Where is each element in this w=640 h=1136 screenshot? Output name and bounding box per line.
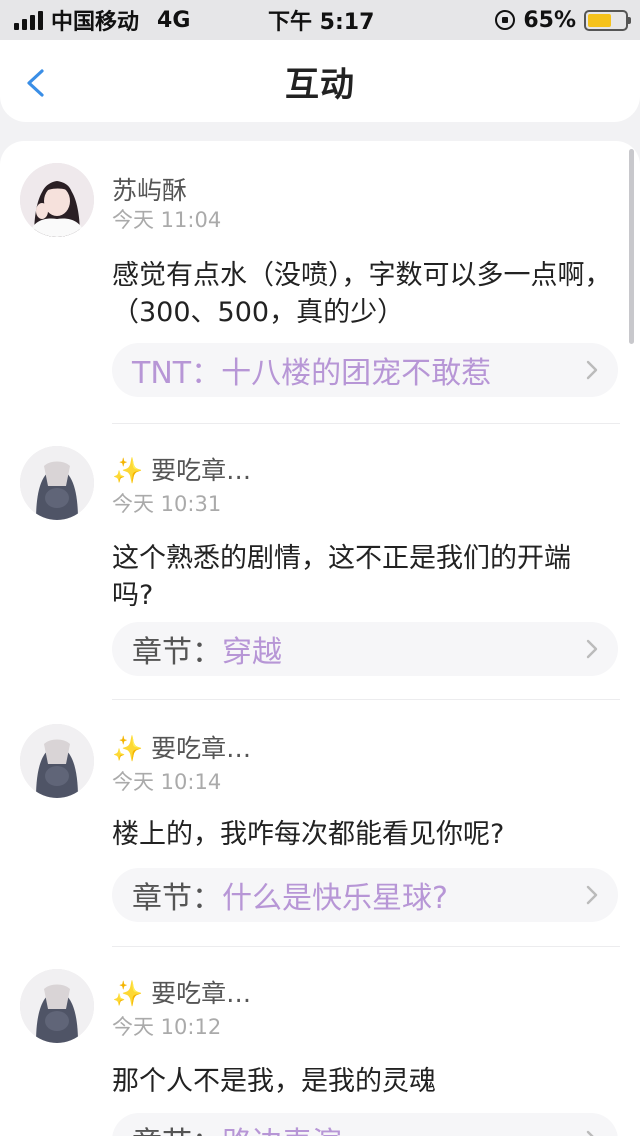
battery-level: [588, 13, 612, 27]
link-title: 路边表演: [222, 1118, 584, 1136]
list-item[interactable]: 苏屿酥 今天 11:04 感觉有点水（没喷），字数可以多一点啊，（300、500…: [0, 141, 640, 424]
status-bar: 中国移动 4G 下午 5:17 65%: [0, 0, 640, 40]
avatar[interactable]: [20, 969, 94, 1043]
comment-text: 感觉有点水（没喷），字数可以多一点啊，（300、500，真的少）: [112, 260, 612, 328]
chevron-right-icon: [586, 885, 598, 905]
timestamp: 今天 10:14: [112, 770, 222, 794]
link-title: 穿越: [222, 635, 282, 670]
signal-icon: [14, 10, 43, 30]
page-title: 互动: [285, 64, 355, 105]
status-right: 65%: [495, 7, 631, 33]
chapter-link[interactable]: TNT： 十八楼的团宠不敢惹: [112, 343, 618, 397]
chevron-left-icon[interactable]: [22, 68, 52, 98]
chevron-right-icon: [586, 1130, 594, 1136]
sparkle-icon: ✨: [112, 456, 144, 485]
timestamp: 今天 10:12: [112, 1015, 222, 1039]
link-prefix: TNT：: [132, 356, 222, 391]
timestamp: 今天 10:31: [112, 492, 222, 516]
sparkle-icon: ✨: [112, 734, 144, 763]
username-text: 要吃章…: [151, 979, 252, 1008]
username[interactable]: ✨ 要吃章…: [112, 729, 251, 765]
list-item[interactable]: ✨ 要吃章… 今天 10:12 那个人不是我，是我的灵魂 章节： 路边表演: [0, 947, 640, 1136]
username[interactable]: ✨ 要吃章…: [112, 974, 251, 1010]
battery-percent: 65%: [523, 7, 576, 33]
status-left: 中国移动 4G: [14, 4, 190, 36]
orientation-lock-icon: [495, 10, 516, 30]
chevron-right-icon: [586, 639, 598, 659]
comment-text: 那个人不是我，是我的灵魂: [112, 1066, 436, 1097]
clock: 下午 5:17: [268, 10, 375, 35]
interaction-list[interactable]: 苏屿酥 今天 11:04 感觉有点水（没喷），字数可以多一点啊，（300、500…: [0, 141, 640, 1136]
chevron-right-icon: [586, 360, 598, 380]
link-title: 什么是快乐星球?: [222, 881, 448, 916]
avatar[interactable]: [20, 724, 94, 798]
timestamp: 今天 11:04: [112, 208, 222, 232]
chapter-link[interactable]: 章节： 路边表演: [112, 1113, 618, 1136]
username-text: 要吃章…: [151, 456, 252, 485]
chapter-link[interactable]: 章节： 什么是快乐星球?: [112, 868, 618, 922]
username-text: 要吃章…: [151, 734, 252, 763]
sparkle-icon: ✨: [112, 979, 144, 1008]
comment-text: 这个熟悉的剧情，这不正是我们的开端吗?: [112, 543, 571, 611]
username[interactable]: 苏屿酥: [112, 171, 187, 207]
username[interactable]: ✨ 要吃章…: [112, 451, 251, 487]
link-prefix: 章节：: [132, 1118, 222, 1136]
link-prefix: 章节：: [132, 635, 222, 670]
link-prefix: 章节：: [132, 881, 222, 916]
carrier-label: 中国移动: [51, 10, 140, 35]
list-item[interactable]: ✨ 要吃章… 今天 10:14 楼上的，我咋每次都能看见你呢? 章节： 什么是快…: [0, 700, 640, 947]
network-label: 4G: [157, 7, 191, 33]
battery-icon: [584, 9, 631, 31]
avatar[interactable]: [20, 446, 94, 520]
link-title: 十八楼的团宠不敢惹: [221, 356, 492, 391]
nav-header: 互动: [0, 40, 640, 122]
avatar[interactable]: [20, 163, 94, 237]
comment-text: 楼上的，我咋每次都能看见你呢?: [112, 819, 505, 850]
list-item[interactable]: ✨ 要吃章… 今天 10:31 这个熟悉的剧情，这不正是我们的开端吗? 章节： …: [0, 424, 640, 700]
chapter-link[interactable]: 章节： 穿越: [112, 622, 618, 676]
